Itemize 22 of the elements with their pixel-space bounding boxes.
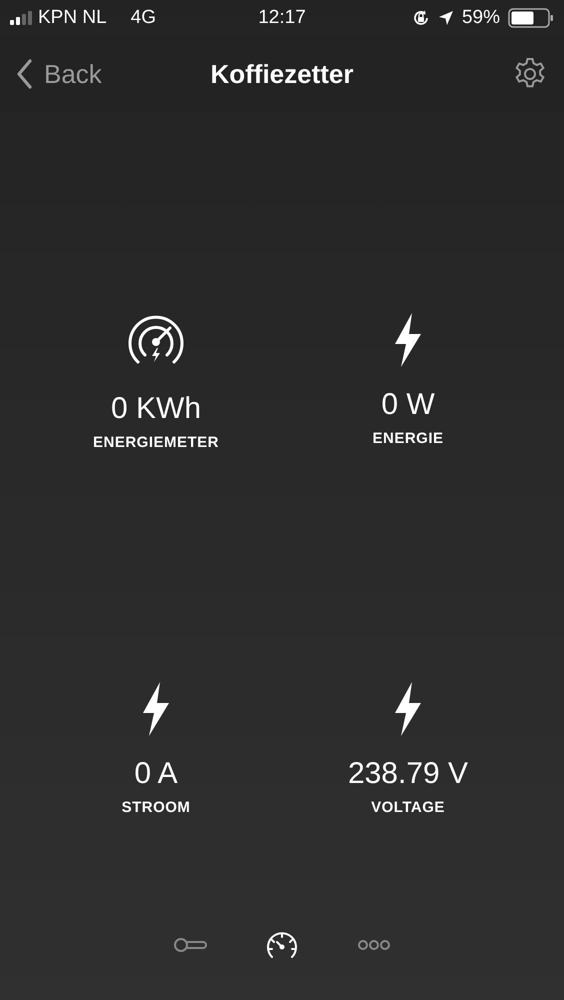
clock-time: 12:17 bbox=[258, 7, 306, 29]
lightning-bolt-icon bbox=[141, 681, 171, 737]
screen-title: Koffiezetter bbox=[210, 58, 354, 90]
reading-value: 0 W bbox=[381, 388, 435, 422]
back-button[interactable]: Back bbox=[16, 58, 136, 90]
signal-icon bbox=[10, 11, 32, 25]
battery-icon bbox=[508, 8, 554, 28]
reading-label: ENERGIE bbox=[372, 430, 444, 447]
reading-label: STROOM bbox=[122, 799, 190, 816]
location-arrow-icon bbox=[438, 10, 454, 26]
reading-label: VOLTAGE bbox=[371, 799, 445, 816]
battery-percent: 59% bbox=[462, 7, 500, 29]
chevron-left-icon bbox=[16, 59, 32, 89]
reading-value: 0 KWh bbox=[110, 392, 202, 426]
lightning-bolt-icon bbox=[393, 681, 423, 737]
reading-value: 0 A bbox=[134, 757, 178, 791]
reading-label: ENERGIEMETER bbox=[92, 434, 219, 451]
network-type: 4G bbox=[130, 7, 156, 29]
lightning-bolt-icon bbox=[393, 312, 423, 368]
carrier-name: KPN NL bbox=[38, 7, 107, 29]
rotation-lock-icon bbox=[412, 9, 430, 27]
reading-value: 238.79 V bbox=[348, 757, 468, 791]
